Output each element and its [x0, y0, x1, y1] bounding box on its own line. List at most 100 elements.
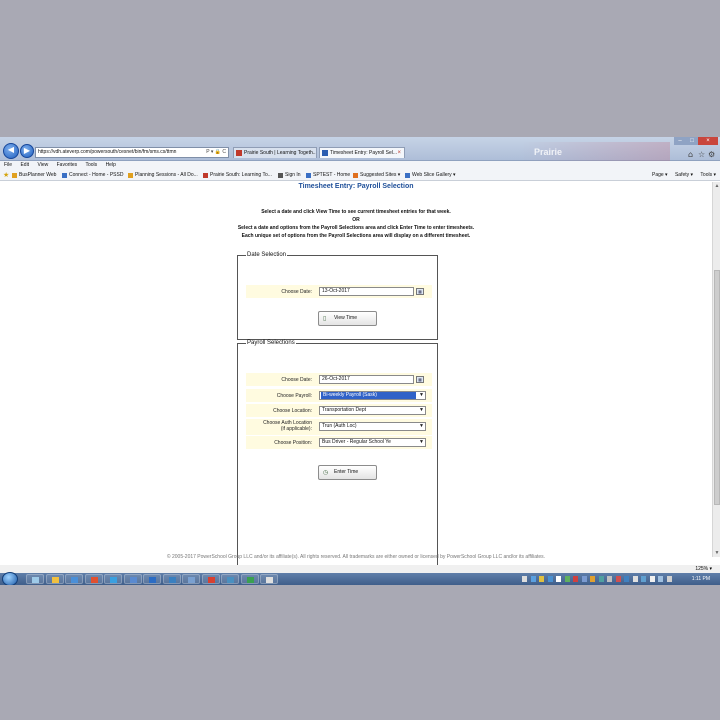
taskbar-app-button[interactable] [143, 574, 161, 584]
tab-close-icon[interactable]: × [397, 148, 401, 158]
taskbar-app-button[interactable] [162, 574, 181, 584]
gear-icon[interactable]: ⚙ [708, 150, 715, 159]
back-button[interactable]: ◀ [3, 143, 19, 159]
tab-favicon [322, 150, 328, 156]
tray-icon[interactable] [556, 576, 561, 582]
tray-icon[interactable] [615, 576, 621, 582]
favorite-icon [278, 173, 283, 178]
favorite-link[interactable]: Planning Sessions - All Do... [128, 170, 198, 180]
favorite-icon [128, 173, 133, 178]
menu-help[interactable]: Help [106, 162, 116, 168]
date-input[interactable]: 13-Oct-2017 [319, 287, 414, 296]
taskbar-app-button[interactable] [104, 574, 122, 584]
menu-edit[interactable]: Edit [20, 162, 29, 168]
window-maximize-button[interactable]: □ [686, 137, 698, 145]
menu-favorites[interactable]: Favorites [57, 162, 78, 168]
scroll-thumb[interactable] [714, 270, 720, 505]
tools-menu-button[interactable]: Tools ▾ [700, 172, 716, 178]
tab-prairie-south[interactable]: Prairie South | Learning Togeth... [233, 147, 317, 158]
taskbar-app-button[interactable] [26, 574, 44, 584]
calendar-icon[interactable]: ▦ [416, 376, 424, 383]
favorite-link[interactable]: BusPlanner Web [12, 170, 57, 180]
forward-button[interactable]: ▶ [20, 144, 34, 158]
taskbar-app-button[interactable] [84, 574, 103, 584]
tray-icon[interactable] [607, 576, 612, 582]
favorite-link[interactable]: SPTEST - Home [306, 170, 350, 180]
enter-time-label: Enter Time [334, 469, 359, 475]
taskbar-app-button[interactable] [221, 574, 239, 584]
tray-icon[interactable] [632, 576, 638, 582]
favorite-link[interactable]: Suggested Sites ▾ [353, 170, 400, 180]
favorite-link[interactable]: Prairie South: Learning To... [203, 170, 272, 180]
tray-icon[interactable] [590, 576, 595, 582]
view-time-label: View Time [334, 315, 357, 321]
favorite-icon [405, 173, 410, 178]
zoom-level[interactable]: 125% ▾ [695, 565, 712, 573]
payroll-date-input[interactable]: 26-Oct-2017 [319, 375, 414, 384]
chevron-down-icon: ▼ [419, 423, 424, 429]
menu-tools[interactable]: Tools [85, 162, 97, 168]
taskbar-app-button[interactable] [123, 574, 142, 584]
favorite-link[interactable]: Web Slice Gallery ▾ [405, 170, 456, 180]
taskbar-app-button[interactable] [45, 574, 64, 584]
auth-location-select[interactable]: Trun (Auth Loc) ▼ [319, 422, 426, 431]
taskbar-app-button[interactable] [65, 574, 83, 584]
choose-auth-location-sublabel: (if applicable): [280, 426, 312, 432]
tray-icon[interactable] [666, 576, 672, 582]
scroll-up-arrow-icon[interactable]: ▲ [713, 182, 720, 190]
taskbar-clock[interactable]: 1:11 PM [692, 573, 710, 585]
address-bar[interactable]: https://vdh.ateverp.com/powersouth/cesne… [35, 147, 229, 158]
tray-icon[interactable] [539, 576, 544, 582]
taskbar-app-button[interactable] [182, 574, 200, 584]
tab-timesheet-entry[interactable]: Timesheet Entry: Payroll Sel... × [319, 147, 405, 158]
tray-icon[interactable] [641, 576, 646, 582]
app-icon [110, 577, 117, 583]
auth-location-select-value: Trun (Auth Loc) [322, 423, 357, 429]
taskbar-app-button[interactable] [240, 574, 259, 584]
tray-icon[interactable] [581, 576, 587, 582]
position-select[interactable]: Bus Driver - Regular School Ye ▼ [319, 438, 426, 447]
favorite-icon [353, 173, 358, 178]
enter-time-button[interactable]: ◷ Enter Time [318, 465, 377, 480]
app-icon [168, 577, 176, 583]
favorite-icon [203, 173, 208, 178]
window-minimize-button[interactable]: – [674, 137, 686, 145]
tray-icon[interactable] [624, 576, 629, 582]
tray-icon[interactable] [658, 576, 663, 582]
scroll-down-arrow-icon[interactable]: ▼ [713, 549, 720, 557]
tray-icon[interactable] [649, 576, 655, 582]
tray-icon[interactable] [530, 576, 536, 582]
favorite-link[interactable]: Connect - Home - PSSD [62, 170, 123, 180]
brand-banner: Prairie [520, 142, 670, 161]
favorite-icon [306, 173, 311, 178]
tray-icon[interactable] [547, 576, 553, 582]
page-scrollbar[interactable]: ▲ ▼ [712, 182, 720, 557]
home-icon[interactable]: ⌂ [688, 150, 693, 159]
app-icon [266, 577, 273, 583]
tab-favicon [236, 150, 242, 156]
favorite-label: BusPlanner Web [19, 172, 57, 178]
favorites-star-icon[interactable]: ★ [3, 170, 9, 180]
tray-icon[interactable] [573, 576, 578, 582]
calendar-icon[interactable]: ▦ [416, 288, 424, 295]
taskbar-app-button[interactable] [260, 574, 278, 584]
favorites-star-icon[interactable]: ☆ [698, 150, 705, 159]
address-bar-icons[interactable]: P ▾ 🔒 C [204, 148, 226, 157]
location-select[interactable]: Transportation Dept ▼ [319, 406, 426, 415]
app-icon [32, 577, 39, 583]
page-menu-button[interactable]: Page ▾ [652, 172, 668, 178]
menu-file[interactable]: File [4, 162, 12, 168]
safety-menu-button[interactable]: Safety ▾ [675, 172, 693, 178]
taskbar-app-button[interactable] [201, 574, 220, 584]
clock-icon: ◷ [323, 470, 329, 476]
tray-icon[interactable] [564, 576, 570, 582]
favorite-link[interactable]: Sign In [278, 170, 301, 180]
view-time-button[interactable]: ▯ View Time [318, 311, 377, 326]
payroll-select[interactable]: Bi-weekly Payroll (Sask) ▼ [319, 391, 426, 400]
start-button[interactable] [2, 572, 18, 585]
menu-view[interactable]: View [37, 162, 48, 168]
tray-icon[interactable] [598, 576, 604, 582]
tray-icon[interactable] [522, 576, 527, 582]
window-close-button[interactable]: × [698, 137, 718, 145]
date-selection-row: Choose Date: 13-Oct-2017 ▦ [246, 285, 432, 298]
